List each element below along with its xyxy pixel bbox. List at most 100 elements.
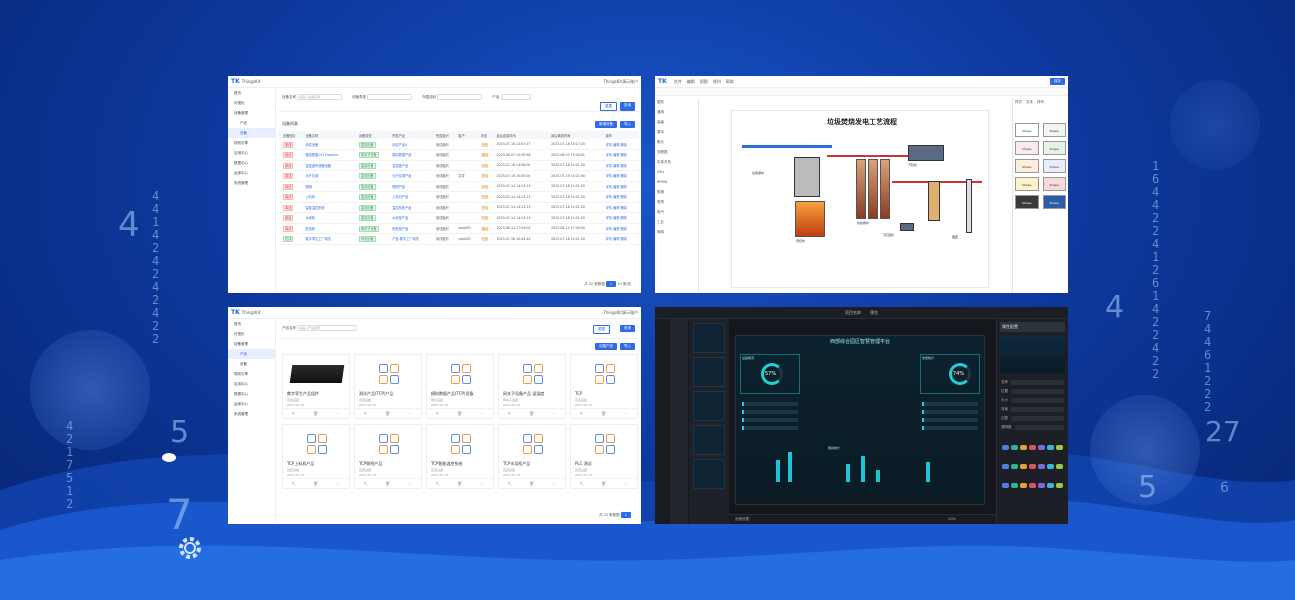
delete-icon[interactable]: 🗑 [313,481,318,486]
product-card[interactable]: 测试产品(TCP)产品 直连设备 2023-07-17 ✎ 🗑 ⋯ [354,354,422,419]
color-swatch[interactable] [1002,483,1009,488]
more-icon[interactable]: ⋯ [336,481,340,486]
shape-category[interactable]: 高级 [657,120,696,130]
shape-category[interactable]: 电气 [657,210,696,220]
delete-icon[interactable]: 🗑 [601,481,606,486]
table-row[interactable]: 离线 照明 直连设备 照明产品 测试组织 在线 2023-07-14 14:13:13 202… [278,181,639,192]
component-thumb[interactable] [693,459,725,489]
product-card[interactable]: TCP上料机产品 直连设备 2023-07-13 ✎ 🗑 ⋯ [282,424,350,489]
cell-text[interactable]: 详情 编辑 删除 [606,206,627,210]
product-card[interactable]: PLC 测试 直连设备 2023-07-11 ✎ 🗑 ⋯ [570,424,638,489]
cell-text[interactable]: 详情 编辑 删除 [606,237,627,241]
row-actions[interactable]: 详情 编辑 删除 [603,223,639,234]
sidebar-item-active[interactable]: 产品 [228,349,275,359]
sidebar-item[interactable]: 首页 [228,319,275,329]
edit-icon[interactable]: ✎ [292,411,295,416]
menu-item[interactable]: 排列 [713,79,721,85]
product-card[interactable]: TCP 直连设备 2023-07-13 ✎ 🗑 ⋯ [570,354,638,419]
property-input[interactable] [1011,407,1064,412]
table-row[interactable]: 离线 温湿度传感器设备 直连设备 温湿度产品 测试组织 在线 2023-07-18 14:0… [278,160,639,171]
edit-icon[interactable]: ✎ [580,481,583,486]
tab-arrange[interactable]: 排列 [1037,100,1044,105]
product-search-input[interactable]: 请输入产品名称 [297,325,358,331]
delete-icon[interactable]: 🗑 [601,411,606,416]
style-swatch[interactable]: Shape [1015,195,1039,209]
sidebar-item[interactable]: 数据中心 [228,389,275,399]
cell-text[interactable]: 详情 编辑 删除 [606,174,627,178]
search-button[interactable]: 查询 [620,325,635,332]
sidebar-item-active[interactable]: 设备 [228,128,275,138]
canvas[interactable]: 垃圾焚烧发电工艺流程 垃圾储坑 焚烧炉 余热锅炉 飞灰固化 烟囱 汽轮机 [731,110,989,288]
shape-category[interactable]: BPMN [657,180,696,190]
tab-text[interactable]: 文本 [1026,100,1033,105]
sidebar-item[interactable]: 数据中心 [228,158,275,168]
product-card[interactable]: TCP水培柜产品 直连设备 2023-07-12 ✎ 🗑 ⋯ [498,424,566,489]
color-swatch[interactable] [1020,445,1027,450]
reset-button[interactable]: 重置 [600,102,617,111]
cell-text[interactable]: 详情 编辑 删除 [606,227,627,231]
shape-category[interactable]: 箭头 [657,140,696,150]
row-actions[interactable]: 详情 编辑 删除 [603,212,639,224]
delete-icon[interactable]: 🗑 [529,481,534,486]
cell-text[interactable]: 详情 编辑 删除 [606,153,627,157]
shape-category[interactable]: 图形 [657,100,696,110]
property-input[interactable] [1011,380,1064,385]
color-swatch[interactable] [1029,445,1036,450]
user-label[interactable]: ThingsKit演示账户 [603,79,638,85]
row-actions[interactable]: 详情 编辑 删除 [603,170,639,182]
color-swatch[interactable] [1038,445,1045,450]
style-swatch[interactable]: Shape [1015,159,1039,173]
component-thumb[interactable] [693,425,725,455]
shape-category[interactable]: 实体关系 [657,160,696,170]
more-icon[interactable]: ⋯ [480,481,484,486]
sidebar-item[interactable]: 应用中心 [228,148,275,158]
color-swatch[interactable] [1002,464,1009,469]
menu-item[interactable]: 视图 [700,79,708,85]
row-actions[interactable]: 详情 编辑 删除 [603,202,639,213]
color-swatch[interactable] [1011,464,1018,469]
sidebar-item[interactable]: 应用中心 [228,379,275,389]
style-swatch[interactable]: Shape [1015,141,1039,155]
more-icon[interactable]: ⋯ [624,411,628,416]
color-swatch[interactable] [1038,483,1045,488]
delete-icon[interactable]: 🗑 [385,411,390,416]
more-icon[interactable]: ⋯ [552,481,556,486]
sidebar-item[interactable]: 设备管理 [228,339,275,349]
preview-tab[interactable]: 预览 [870,310,878,316]
sidebar-item[interactable]: 设备管理 [228,108,275,118]
pager-size[interactable]: 10 条/页 [617,282,631,286]
color-swatch[interactable] [1029,464,1036,469]
row-actions[interactable]: 详情 编辑 删除 [603,139,639,150]
sidebar-item[interactable]: 可视化 [228,98,275,108]
table-row[interactable]: 离线 智能温控系统 直连设备 温控系统产品 测试组织 在线 2023-07-14 14:13… [278,202,639,213]
edit-icon[interactable]: ✎ [436,411,439,416]
product-card[interactable]: 数字孪生产品组件 直连设备 2023-07-18 ✎ 🗑 ⋯ [282,354,350,419]
sidebar-item[interactable]: 可视化 [228,329,275,339]
import-button[interactable]: 导入 [620,120,635,128]
style-swatch[interactable]: Shape [1042,123,1066,137]
color-swatch[interactable] [1020,483,1027,488]
filter-input[interactable]: 请输入设备名称 [297,94,343,100]
dashboard-canvas[interactable]: 西部综合园区智慧管理平台 设备概况 57% 告警统计 74% 能耗统计 [735,335,985,505]
color-swatch[interactable] [1011,445,1018,450]
color-swatch[interactable] [1020,464,1027,469]
cell-text[interactable]: 详情 编辑 删除 [606,143,627,147]
table-row[interactable]: 离线 配电柜 网关子设备 配电柜产品 测试组织 yolo001 离线 2023-06-14 1… [278,223,639,234]
sidebar-item[interactable]: 规则引擎 [228,138,275,148]
style-swatch[interactable]: Shape [1042,159,1066,173]
shape-category[interactable]: 流程图 [657,150,696,160]
row-actions[interactable]: 详情 编辑 删除 [603,181,639,192]
sidebar-item[interactable]: 产品 [228,118,275,128]
table-row[interactable]: 离线 大厅空调 直连设备 大厅空调产品 测试组织 共享 在线 2023-07-19 10:00… [278,170,639,182]
cell-text[interactable]: 详情 编辑 删除 [606,185,627,189]
more-icon[interactable]: ⋯ [480,411,484,416]
component-thumb[interactable] [693,357,725,387]
table-row[interactable]: 在线 数字孪生工厂网关 网关设备 产品-数字工厂网关 测试组织 yolo001 在线 2023… [278,233,639,245]
delete-icon[interactable]: 🗑 [385,481,390,486]
delete-icon[interactable]: 🗑 [529,411,534,416]
zoom-level[interactable]: 50% [948,517,956,521]
table-row[interactable]: 离线 模拟数据-IoT Explorer 网关子设备 模拟数据产品 测试组织 离线 2023… [278,149,639,161]
color-swatch[interactable] [1056,483,1063,488]
shape-category[interactable]: 表格 [657,190,696,200]
sidebar-item[interactable]: 首页 [228,88,275,98]
